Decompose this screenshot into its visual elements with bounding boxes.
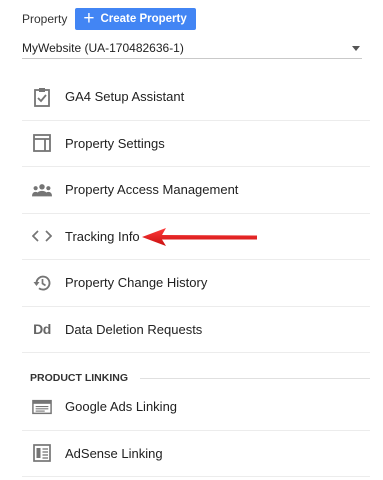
code-brackets-icon (32, 226, 52, 246)
section-title: PRODUCT LINKING (30, 372, 128, 384)
create-property-label: Create Property (100, 13, 187, 25)
adsense-icon (32, 443, 52, 463)
create-property-button[interactable]: + Create Property (75, 8, 196, 30)
clipboard-check-icon (32, 87, 52, 107)
plus-icon: + (83, 8, 95, 29)
layout-window-icon (32, 133, 52, 153)
property-header: Property + Create Property (22, 8, 196, 30)
menu-item-data-deletion-requests[interactable]: Dd Data Deletion Requests (22, 307, 370, 353)
dd-icon: Dd (32, 319, 52, 339)
menu-item-property-settings[interactable]: Property Settings (22, 121, 370, 167)
menu-item-label: Property Settings (65, 135, 165, 151)
menu-item-ga4-setup-assistant[interactable]: GA4 Setup Assistant (22, 74, 370, 121)
menu-item-property-access-management[interactable]: Property Access Management (22, 167, 370, 214)
property-selector-value: MyWebsite (UA-170482636-1) (22, 41, 184, 55)
dd-icon-text: Dd (33, 321, 51, 338)
property-admin-panel: Property + Create Property MyWebsite (UA… (0, 0, 383, 480)
menu-item-label: Data Deletion Requests (65, 321, 203, 337)
menu-item-google-ads-linking[interactable]: Google Ads Linking (22, 384, 370, 431)
menu-item-label: Tracking Info (65, 228, 140, 244)
history-icon (32, 273, 52, 293)
section-divider (140, 377, 370, 379)
google-ads-icon (32, 397, 52, 417)
property-label: Property (22, 12, 68, 26)
property-menu: GA4 Setup Assistant Property Settings Pr… (22, 74, 370, 353)
people-icon (32, 180, 52, 200)
menu-item-property-change-history[interactable]: Property Change History (22, 260, 370, 307)
product-linking-heading: PRODUCT LINKING (30, 372, 370, 384)
menu-item-label: Property Access Management (65, 182, 239, 198)
red-pointer-arrow-icon (142, 228, 257, 246)
menu-item-adsense-linking[interactable]: AdSense Linking (22, 431, 370, 477)
property-selector[interactable]: MyWebsite (UA-170482636-1) (22, 38, 362, 59)
menu-item-label: Property Change History (65, 275, 208, 291)
menu-item-label: AdSense Linking (65, 445, 163, 461)
menu-item-label: Google Ads Linking (65, 399, 178, 415)
product-linking-menu: Google Ads Linking AdSense Linking (22, 384, 370, 477)
chevron-down-icon (352, 45, 360, 51)
menu-item-label: GA4 Setup Assistant (65, 89, 185, 105)
